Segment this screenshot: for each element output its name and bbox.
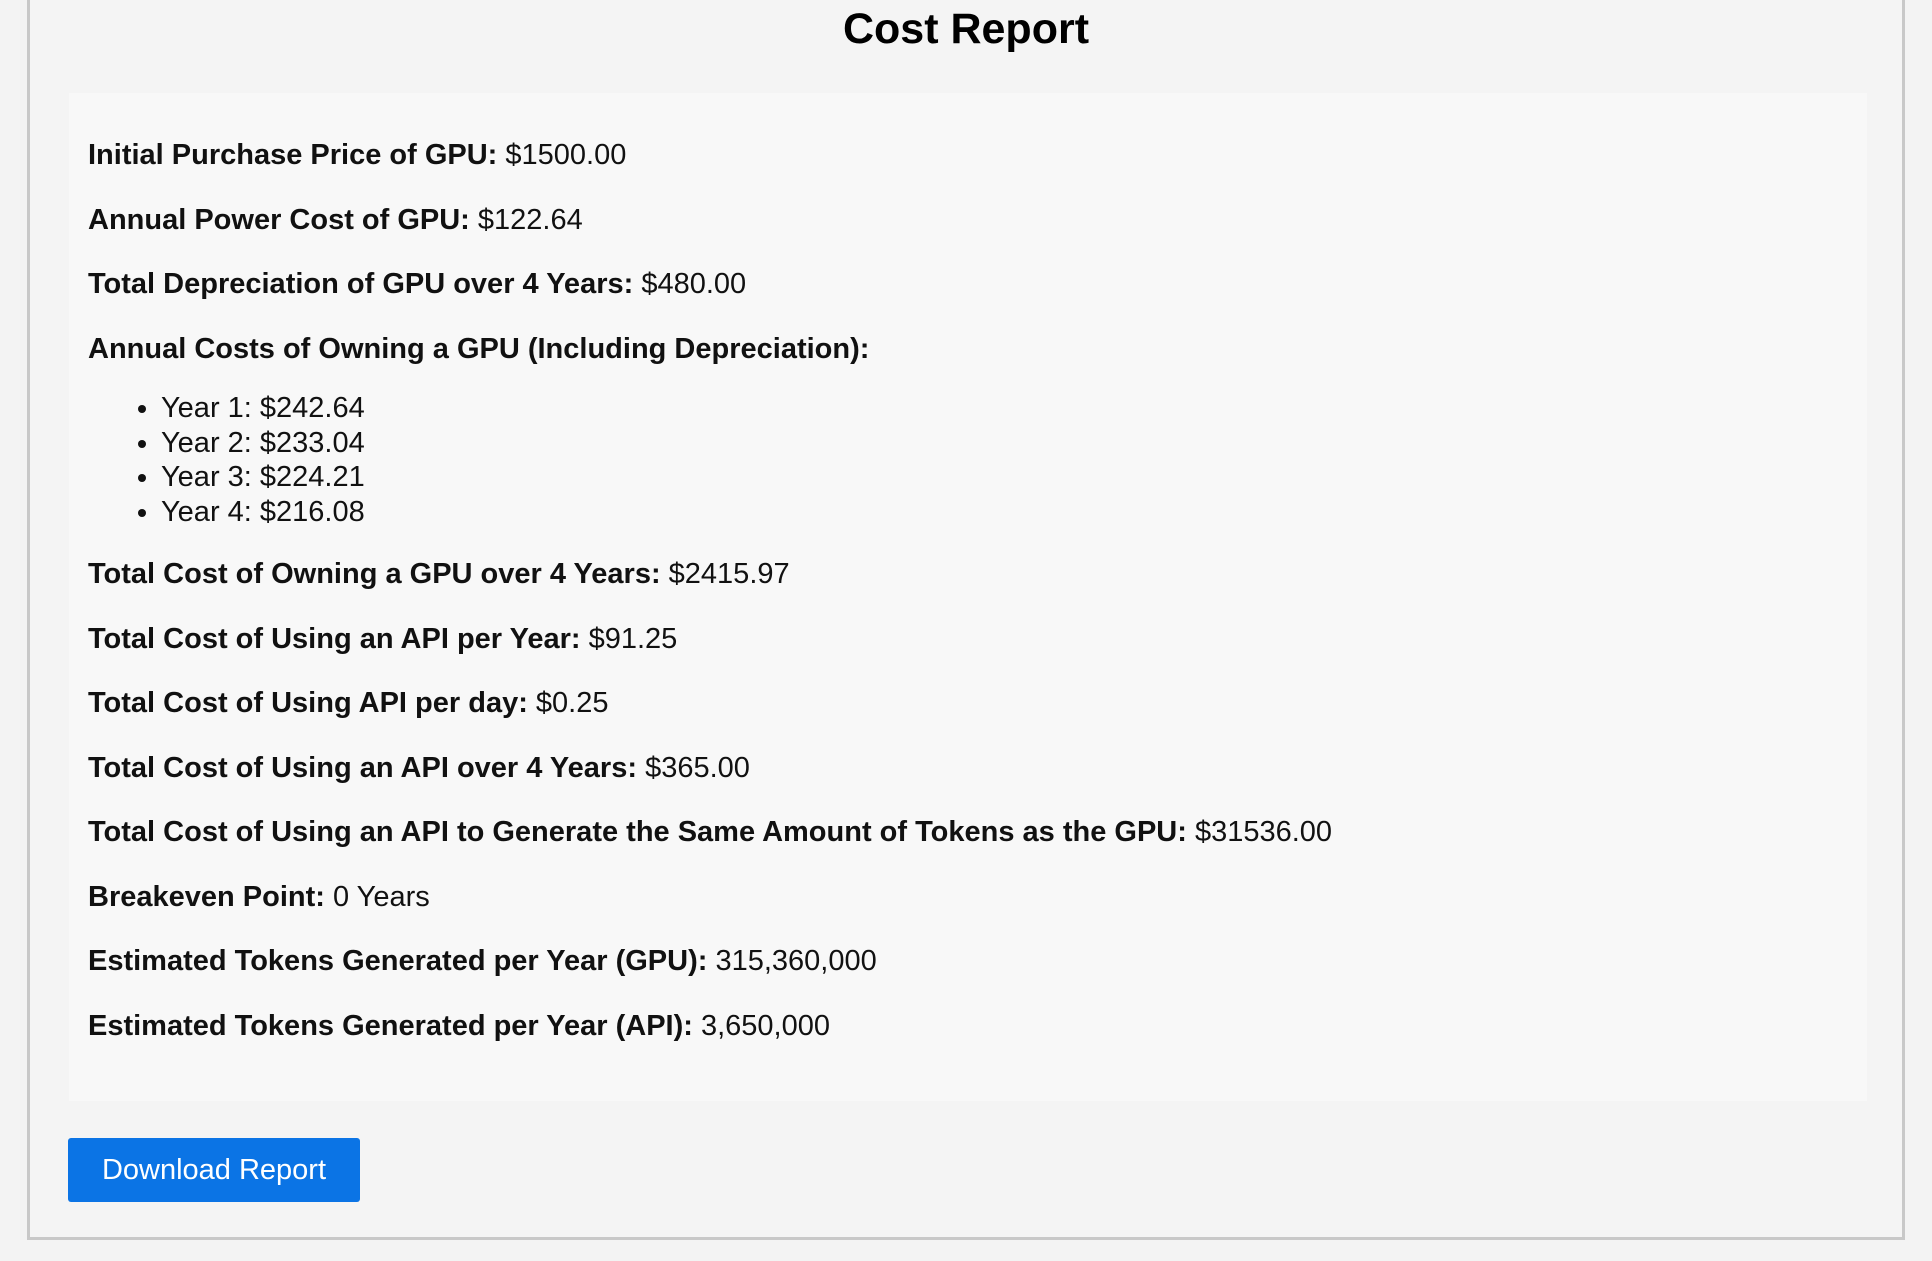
gpu-tokens-label: Estimated Tokens Generated per Year (GPU…	[88, 945, 708, 977]
api-cost-4-years-row: Total Cost of Using an API over 4 Years:…	[88, 750, 750, 786]
api-cost-4-years-label: Total Cost of Using an API over 4 Years:	[88, 752, 637, 784]
annual-power-cost-value: $122.64	[477, 204, 583, 236]
report-panel: Initial Purchase Price of GPU: $1500.00 …	[69, 93, 1867, 1101]
api-same-tokens-cost-value: $31536.00	[1194, 816, 1333, 848]
annual-costs-label: Annual Costs of Owning a GPU (Including …	[88, 333, 870, 365]
total-depreciation-row: Total Depreciation of GPU over 4 Years: …	[88, 266, 746, 302]
api-tokens-value: 3,650,000	[700, 1010, 830, 1042]
api-tokens-label: Estimated Tokens Generated per Year (API…	[88, 1010, 693, 1042]
total-owning-cost-value: $2415.97	[668, 558, 790, 590]
annual-power-cost-row: Annual Power Cost of GPU: $122.64	[88, 202, 583, 238]
download-report-button[interactable]: Download Report	[68, 1138, 360, 1202]
purchase-price-row: Initial Purchase Price of GPU: $1500.00	[88, 137, 626, 173]
breakeven-point-row: Breakeven Point: 0 Years	[88, 879, 430, 915]
api-tokens-row: Estimated Tokens Generated per Year (API…	[88, 1008, 830, 1044]
list-item: Year 1: $242.64	[161, 391, 365, 426]
api-cost-4-years-value: $365.00	[645, 752, 750, 784]
annual-costs-heading: Annual Costs of Owning a GPU (Including …	[88, 331, 869, 367]
purchase-price-label: Initial Purchase Price of GPU:	[88, 139, 498, 171]
purchase-price-value: $1500.00	[505, 139, 627, 171]
total-depreciation-value: $480.00	[641, 268, 747, 300]
total-depreciation-label: Total Depreciation of GPU over 4 Years:	[88, 268, 634, 300]
api-cost-per-year-value: $91.25	[588, 623, 678, 655]
list-item: Year 2: $233.04	[161, 426, 365, 461]
total-owning-cost-row: Total Cost of Owning a GPU over 4 Years:…	[88, 556, 790, 592]
report-container: Cost Report Initial Purchase Price of GP…	[27, 0, 1905, 1240]
total-owning-cost-label: Total Cost of Owning a GPU over 4 Years:	[88, 558, 661, 590]
api-cost-per-day-row: Total Cost of Using API per day: $0.25	[88, 685, 609, 721]
gpu-tokens-value: 315,360,000	[715, 945, 877, 977]
annual-costs-list: Year 1: $242.64 Year 2: $233.04 Year 3: …	[131, 391, 365, 529]
breakeven-point-label: Breakeven Point:	[88, 881, 325, 913]
api-cost-per-year-label: Total Cost of Using an API per Year:	[88, 623, 581, 655]
gpu-tokens-row: Estimated Tokens Generated per Year (GPU…	[88, 943, 877, 979]
list-item: Year 3: $224.21	[161, 460, 365, 495]
breakeven-point-value: 0 Years	[332, 881, 430, 913]
api-same-tokens-cost-row: Total Cost of Using an API to Generate t…	[88, 814, 1332, 850]
api-cost-per-day-label: Total Cost of Using API per day:	[88, 687, 528, 719]
annual-power-cost-label: Annual Power Cost of GPU:	[88, 204, 470, 236]
page-title: Cost Report	[842, 5, 1090, 53]
list-item: Year 4: $216.08	[161, 495, 365, 530]
api-same-tokens-cost-label: Total Cost of Using an API to Generate t…	[88, 816, 1187, 848]
api-cost-per-year-row: Total Cost of Using an API per Year: $91…	[88, 621, 677, 657]
api-cost-per-day-value: $0.25	[535, 687, 609, 719]
